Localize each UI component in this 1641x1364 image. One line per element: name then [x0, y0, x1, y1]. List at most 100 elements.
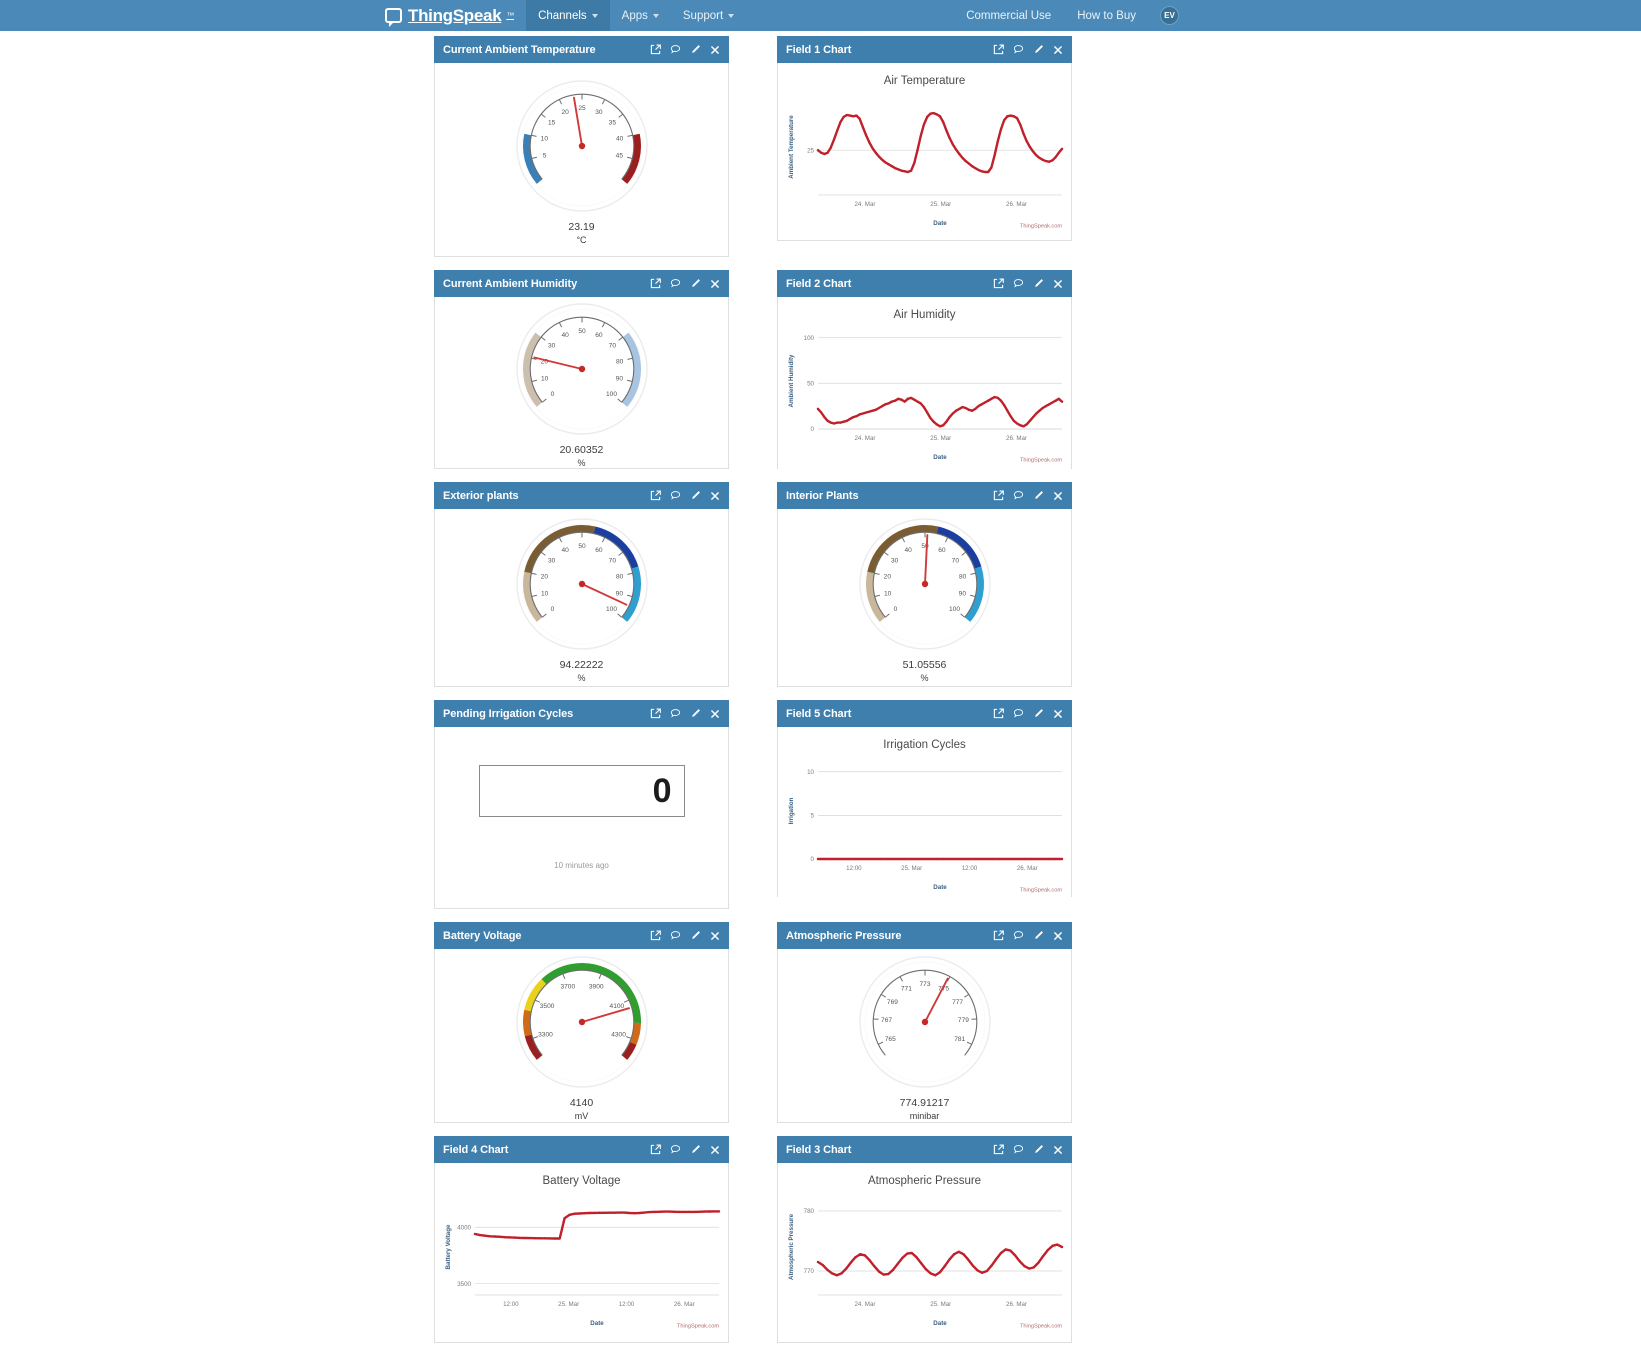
comment-icon[interactable]: [1013, 930, 1024, 941]
widget-atmospheric-pressure-gauge: Atmospheric Pressure 765 767 769 771 773 775 77…: [777, 922, 1072, 1123]
pencil-icon[interactable]: [690, 490, 701, 501]
widget-header-field-2-chart: Field 2 Chart: [777, 270, 1072, 297]
svg-text:3500: 3500: [457, 1281, 471, 1288]
svg-text:24. Mar: 24. Mar: [854, 1301, 875, 1308]
field-3-chart-svg: 770 780 24. Mar 25. Mar 26. Mar Date Atmospher…: [788, 1208, 1064, 1329]
chart-card-field-4-chart: Battery Voltage 3500 4000 12:00 25. Mar 12:00…: [435, 1163, 728, 1335]
close-icon[interactable]: [1053, 1145, 1063, 1155]
nav-item-apps[interactable]: Apps: [610, 0, 671, 31]
comment-icon[interactable]: [1013, 708, 1024, 719]
svg-text:26. Mar: 26. Mar: [1006, 1301, 1027, 1308]
svg-text:26. Mar: 26. Mar: [1006, 435, 1027, 442]
widget-title: Field 3 Chart: [786, 1143, 852, 1156]
widget-field-5-chart: Field 5 Chart Irrigation Cycles 0 5 10 12:00 2…: [777, 700, 1072, 899]
thingspeak-logo[interactable]: ThingSpeak ™: [385, 0, 526, 31]
nav-item-commercial-use[interactable]: Commercial Use: [954, 10, 1063, 22]
external-link-icon[interactable]: [993, 44, 1004, 55]
pencil-icon[interactable]: [690, 44, 701, 55]
svg-text:Date: Date: [933, 220, 947, 227]
external-link-icon[interactable]: [650, 278, 661, 289]
comment-icon[interactable]: [670, 1144, 681, 1155]
navbar-left-group: ThingSpeak ™ Channels Apps Support: [385, 0, 746, 31]
comment-icon[interactable]: [1013, 278, 1024, 289]
svg-text:770: 770: [804, 1268, 815, 1275]
pencil-icon[interactable]: [690, 278, 701, 289]
external-link-icon[interactable]: [993, 1144, 1004, 1155]
navbar-right-group: Commercial Use How to Buy EV: [954, 0, 1641, 31]
close-icon[interactable]: [710, 931, 720, 941]
close-icon[interactable]: [710, 45, 720, 55]
chart-title: Air Humidity: [893, 309, 956, 321]
external-link-icon[interactable]: [650, 708, 661, 719]
close-icon[interactable]: [710, 279, 720, 289]
pencil-icon[interactable]: [1033, 278, 1044, 289]
external-link-icon[interactable]: [993, 278, 1004, 289]
pencil-icon[interactable]: [1033, 44, 1044, 55]
close-icon[interactable]: [1053, 45, 1063, 55]
gauge-value: 774.91217: [899, 1097, 950, 1110]
pencil-icon[interactable]: [690, 1144, 701, 1155]
pencil-icon[interactable]: [1033, 930, 1044, 941]
comment-icon[interactable]: [670, 44, 681, 55]
close-icon[interactable]: [1053, 491, 1063, 501]
widget-column-left: Battery Voltage 3300 3500 3700 3900 4100 4300 4…: [434, 922, 729, 1136]
widget-column-right: Field 1 Chart Air Temperature 25 24. Mar 25.…: [777, 36, 1072, 270]
comment-icon[interactable]: [670, 708, 681, 719]
comment-icon[interactable]: [670, 278, 681, 289]
gauge-value: 23.19: [568, 221, 595, 234]
external-link-icon[interactable]: [650, 490, 661, 501]
svg-text:3300: 3300: [538, 1032, 553, 1039]
close-icon[interactable]: [1053, 931, 1063, 941]
svg-text:25. Mar: 25. Mar: [901, 865, 922, 872]
comment-icon[interactable]: [1013, 1144, 1024, 1155]
close-icon[interactable]: [710, 491, 720, 501]
widget-action-icons: [650, 44, 720, 55]
external-link-icon[interactable]: [993, 490, 1004, 501]
close-icon[interactable]: [1053, 279, 1063, 289]
external-link-icon[interactable]: [993, 930, 1004, 941]
comment-icon[interactable]: [670, 930, 681, 941]
close-icon[interactable]: [710, 1145, 720, 1155]
widget-column-left: Pending Irrigation Cycles 0 10 minutes ago: [434, 700, 729, 922]
external-link-icon[interactable]: [993, 708, 1004, 719]
avatar[interactable]: EV: [1160, 6, 1179, 25]
svg-text:70: 70: [608, 343, 616, 350]
widget-body-field-3-chart: Atmospheric Pressure 770 780 24. Mar 25. Mar…: [777, 1163, 1072, 1343]
widget-action-icons: [650, 1144, 720, 1155]
close-icon[interactable]: [710, 709, 720, 719]
top-navbar: ThingSpeak ™ Channels Apps Support Comme…: [0, 0, 1641, 31]
widget-body-current-ambient-humidity: 0 10 20 30 40 50 60 70 80 90 100 20.60352%: [434, 297, 729, 469]
comment-icon[interactable]: [1013, 490, 1024, 501]
svg-text:40: 40: [904, 547, 912, 554]
comment-icon[interactable]: [670, 490, 681, 501]
external-link-icon[interactable]: [650, 930, 661, 941]
svg-text:40: 40: [615, 136, 623, 143]
svg-text:3900: 3900: [588, 984, 603, 991]
svg-text:769: 769: [886, 999, 897, 1006]
pencil-icon[interactable]: [690, 708, 701, 719]
pencil-icon[interactable]: [1033, 1144, 1044, 1155]
external-link-icon[interactable]: [650, 44, 661, 55]
svg-text:767: 767: [881, 1018, 892, 1025]
nav-item-support[interactable]: Support: [671, 0, 746, 31]
external-link-icon[interactable]: [650, 1144, 661, 1155]
close-icon[interactable]: [1053, 709, 1063, 719]
comment-icon[interactable]: [1013, 44, 1024, 55]
widget-action-icons: [993, 708, 1063, 719]
svg-text:3500: 3500: [539, 1004, 554, 1011]
widget-row: Battery Voltage 3300 3500 3700 3900 4100 4300 4…: [434, 922, 1641, 1136]
widget-row: Field 4 Chart Battery Voltage 3500 4000 12:0…: [434, 1136, 1641, 1356]
nav-item-channels[interactable]: Channels: [526, 0, 610, 31]
chart-title: Atmospheric Pressure: [867, 1175, 982, 1187]
svg-text:50: 50: [578, 543, 586, 550]
svg-text:5: 5: [811, 813, 815, 820]
pencil-icon[interactable]: [1033, 708, 1044, 719]
svg-text:30: 30: [547, 343, 555, 350]
pencil-icon[interactable]: [1033, 490, 1044, 501]
widget-action-icons: [650, 708, 720, 719]
gauge-interior-plants: 0 10 20 30 40 50 60 70 80 90 100 51.05556%: [825, 512, 1025, 683]
nav-item-support-label: Support: [682, 9, 724, 22]
widget-action-icons: [650, 490, 720, 501]
nav-item-how-to-buy[interactable]: How to Buy: [1065, 10, 1148, 22]
pencil-icon[interactable]: [690, 930, 701, 941]
